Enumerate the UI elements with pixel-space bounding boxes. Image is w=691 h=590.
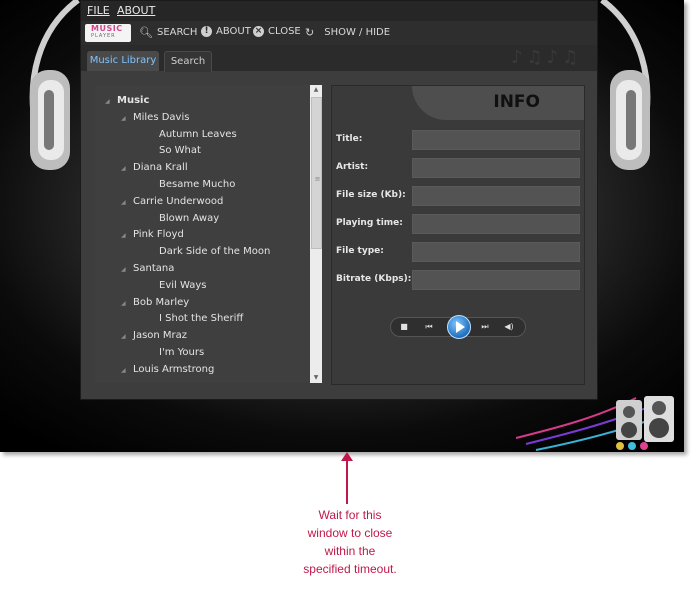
tree-song-item[interactable]: Dark Side of the Moon [147,246,270,257]
field-value-box [412,270,580,290]
expand-arrow-icon[interactable]: ◢ [121,333,129,340]
info-title: INFO [493,92,540,112]
grip-icon: ≡ [314,175,321,183]
volume-icon[interactable]: ◀) [501,321,517,333]
tree-artist-item[interactable]: ◢ Louis Armstrong [121,364,214,375]
field-label: Title: [336,134,363,144]
tree-song-item[interactable]: So What [147,145,201,156]
tree-scrollbar[interactable]: ▲ ≡ ▼ [310,85,322,383]
previous-icon[interactable]: ⏮︎ [419,321,439,333]
info-panel: INFO Title: Artist: File size (Kb): Playing… [331,85,585,385]
tree-song-item[interactable]: I Shot the Sheriff [147,313,243,324]
tree-song-item[interactable]: Evil Ways [147,280,206,291]
field-label: File size (Kb): [336,190,406,200]
tree-artist-item[interactable]: ◢ Jason Mraz [121,330,187,341]
tab-bar: Music Library Search ♪♫♪♫ [81,45,597,72]
field-label: File type: [336,246,384,256]
left-headphone-decoration [29,0,80,170]
menu-bar: FILE ABOUT [81,1,597,21]
close-icon: × [253,26,264,37]
field-label: Playing time: [336,218,403,228]
annotation-caption: Wait for this window to close within the… [303,508,397,576]
refresh-icon: ↻ [305,26,315,39]
search-button[interactable]: 🔍︎ SEARCH [139,26,197,39]
expand-arrow-icon[interactable]: ◢ [121,115,129,122]
toolbar: MUSIC PLAYER 🔍︎ SEARCH ! ABOUT × CLOSE ↻… [81,21,597,45]
next-icon[interactable]: ⏭︎ [475,321,495,333]
tree-artist-item[interactable]: ◢ Miles Davis [121,112,189,123]
field-value-box [412,186,580,206]
field-label: Artist: [336,162,369,172]
speakers-decoration [516,396,674,451]
music-library-tree[interactable]: ◢ Music ◢ Miles Davis Autumn Leaves So What ◢ D… [95,85,311,383]
tab-search[interactable]: Search [164,51,212,72]
field-value-box [412,242,580,262]
tree-song-item[interactable]: Besame Mucho [147,179,235,190]
about-button[interactable]: ! ABOUT [201,26,251,37]
playback-controls: ■ ⏮︎ ⏭︎ ◀) [390,315,526,339]
expand-arrow-icon[interactable]: ◢ [121,232,129,239]
annotation-arrow [346,456,348,504]
tree-artist-item[interactable]: ◢ Diana Krall [121,162,188,173]
tab-music-library[interactable]: Music Library [87,51,159,71]
field-value-box [412,130,580,150]
right-headphone-decoration [600,0,651,170]
app-logo: MUSIC PLAYER [85,24,131,42]
scroll-thumb[interactable]: ≡ [311,97,322,249]
search-icon: 🔍︎ [139,26,153,39]
tree-artist-item[interactable]: ◢ Carrie Underwood [121,196,223,207]
info-header: INFO [412,86,584,120]
tree-artist-item[interactable]: ◢ Bob Marley [121,297,189,308]
tree-artist-item[interactable]: ◢ Santana [121,263,174,274]
menu-about[interactable]: ABOUT [117,4,155,17]
expand-arrow-icon[interactable]: ◢ [121,300,129,307]
tree-song-item[interactable]: Autumn Leaves [147,129,237,140]
tree-song-item[interactable]: I'm Yours [147,347,204,358]
expand-arrow-icon[interactable]: ◢ [121,367,129,374]
scroll-up-icon[interactable]: ▲ [310,85,322,95]
menu-file[interactable]: FILE [87,4,110,17]
tree-root-item[interactable]: ◢ Music [105,95,149,106]
expand-arrow-icon[interactable]: ◢ [121,266,129,273]
field-value-box [412,158,580,178]
expand-arrow-icon[interactable]: ◢ [121,199,129,206]
expand-arrow-icon[interactable]: ◢ [121,165,129,172]
play-icon[interactable] [447,315,471,339]
tree-artist-item[interactable]: ◢ Pink Floyd [121,229,184,240]
info-icon: ! [201,26,212,37]
field-label: Bitrate (Kbps): [336,274,412,284]
music-notes-decoration: ♪♫♪♫ [511,47,583,68]
show-hide-button[interactable]: ↻ SHOW / HIDE [305,26,390,39]
music-player-window: FILE ABOUT MUSIC PLAYER 🔍︎ SEARCH ! ABOU… [80,0,598,400]
close-button[interactable]: × CLOSE [253,26,301,37]
field-value-box [412,214,580,234]
scroll-down-icon[interactable]: ▼ [310,373,322,383]
tree-song-item[interactable]: Blown Away [147,213,219,224]
expand-arrow-icon[interactable]: ◢ [105,98,113,105]
screenshot: FILE ABOUT MUSIC PLAYER 🔍︎ SEARCH ! ABOU… [0,0,684,452]
stop-icon[interactable]: ■ [399,321,409,333]
